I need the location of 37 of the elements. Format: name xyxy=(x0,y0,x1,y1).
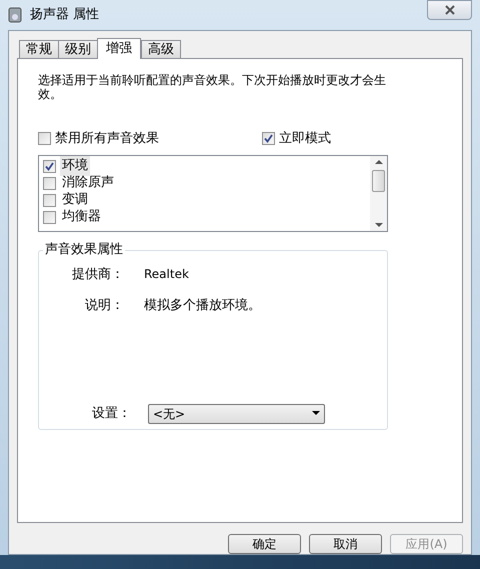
window-title: 扬声器 属性 xyxy=(30,6,100,24)
option-label: 禁用所有声音效果 xyxy=(55,130,159,148)
description-value: 模拟多个播放环境。 xyxy=(144,297,261,315)
tab[interactable]: 高级 xyxy=(141,40,181,58)
description-text: 选择适用于当前聆听配置的声音效果。下次开始播放时更改才会生效。 xyxy=(38,73,387,101)
scroll-thumb[interactable] xyxy=(372,170,385,192)
tab[interactable]: 增强 xyxy=(97,38,141,59)
group-title: 声音效果属性 xyxy=(43,242,125,258)
description-label: 说明： xyxy=(84,297,124,315)
dialog-button[interactable]: 取消 xyxy=(309,534,382,554)
tab[interactable]: 级别 xyxy=(58,40,98,58)
provider-label: 提供商： xyxy=(71,266,124,284)
effect-item[interactable]: 消除原声 xyxy=(60,173,116,193)
setting-dropdown[interactable]: <无> xyxy=(148,404,325,424)
scroll-down-icon[interactable] xyxy=(374,222,382,228)
checkbox[interactable] xyxy=(43,210,56,224)
dialog-button[interactable]: 确定 xyxy=(228,534,301,554)
setting-label: 设置： xyxy=(91,404,131,423)
scroll-up-icon[interactable] xyxy=(374,158,382,164)
provider-value: Realtek xyxy=(144,266,189,284)
checkbox[interactable] xyxy=(262,132,275,146)
speaker-icon xyxy=(8,7,22,23)
option-label: 立即模式 xyxy=(279,130,331,148)
caret-icon xyxy=(312,411,320,416)
effect-item[interactable]: 环境 xyxy=(60,156,90,176)
effect-item[interactable]: 变调 xyxy=(60,190,90,210)
close-icon xyxy=(444,5,456,15)
close-button[interactable] xyxy=(427,0,472,20)
checkbox[interactable] xyxy=(43,176,56,190)
checkmark-icon xyxy=(45,162,54,170)
checkbox[interactable] xyxy=(43,160,56,172)
checkbox[interactable] xyxy=(43,194,56,206)
checkbox[interactable] xyxy=(38,132,51,146)
scrollbar[interactable] xyxy=(370,156,387,230)
checkmark-icon xyxy=(264,134,273,144)
effect-item[interactable]: 均衡器 xyxy=(60,207,103,227)
tab[interactable]: 常规 xyxy=(19,40,59,58)
